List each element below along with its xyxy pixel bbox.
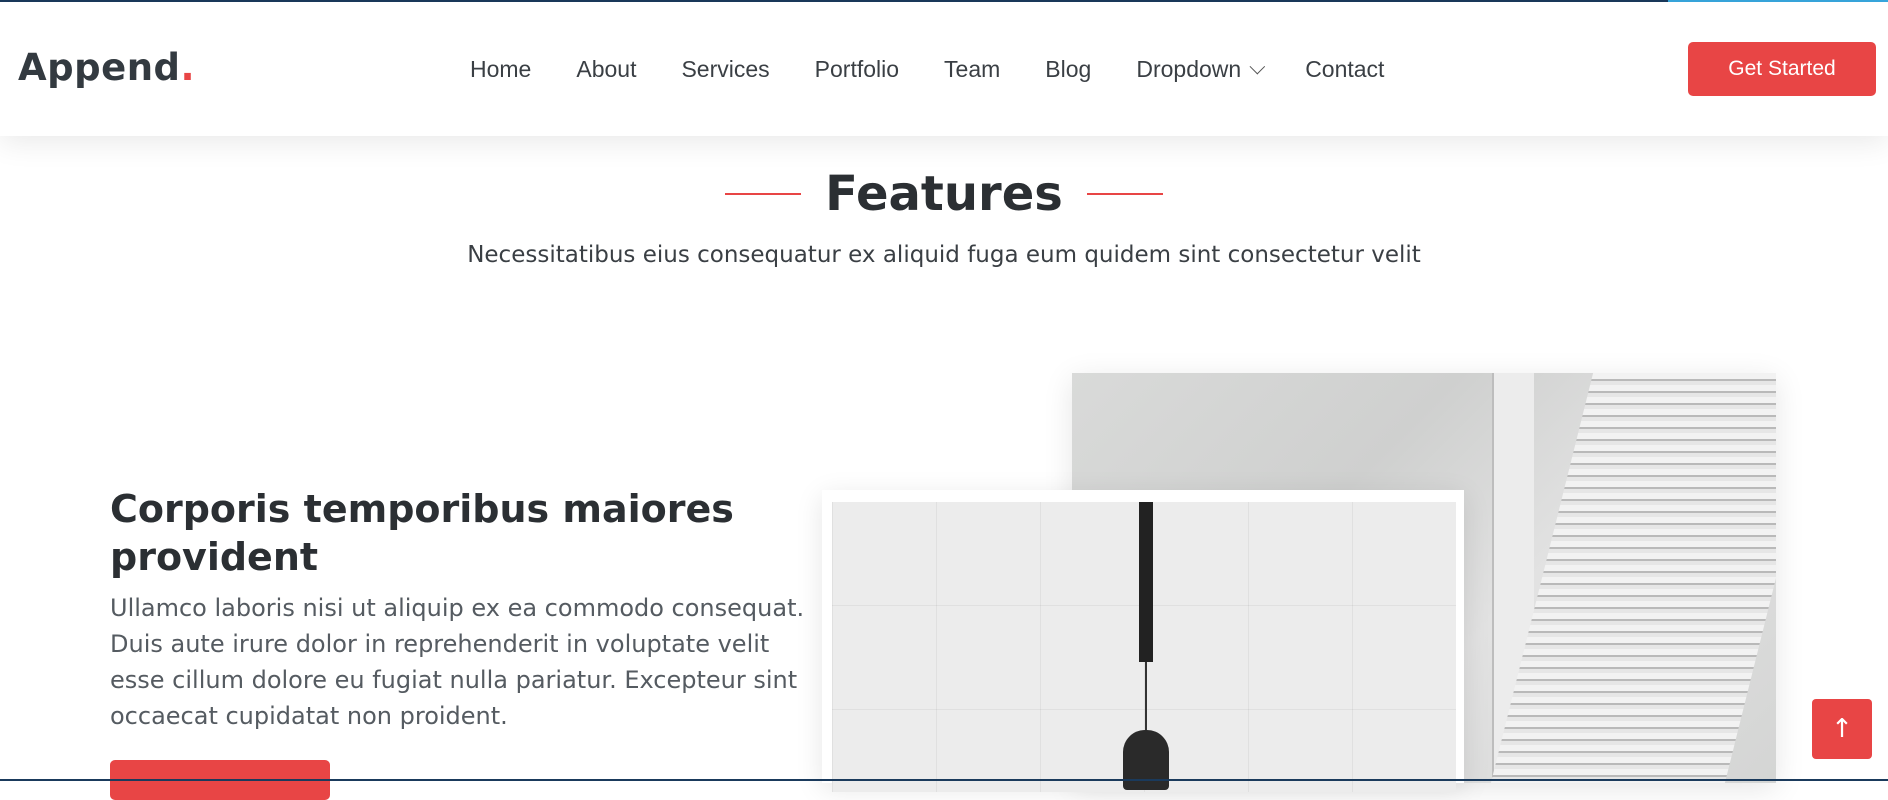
feature-text: Ullamco laboris nisi ut aliquip ex ea co… — [110, 594, 805, 730]
main-nav: Home About Services Portfolio Team Blog … — [470, 56, 1429, 83]
scroll-top-button[interactable]: ↑ — [1812, 699, 1872, 759]
nav-home[interactable]: Home — [470, 56, 531, 83]
logo-dot: . — [180, 46, 196, 89]
section-subtitle: Necessitatibus eius consequatur ex aliqu… — [467, 242, 1421, 268]
arrow-up-icon: ↑ — [1831, 714, 1853, 744]
section-title: Features — [0, 166, 1888, 222]
feature-heading: Corporis temporibus maiores provident — [110, 487, 734, 579]
site-header: Append. Home About Services Portfolio Te… — [0, 2, 1888, 136]
section-title-text: Features — [825, 166, 1063, 222]
get-started-button[interactable]: Get Started — [1688, 42, 1876, 96]
nav-about[interactable]: About — [576, 56, 636, 83]
nav-blog[interactable]: Blog — [1045, 56, 1091, 83]
nav-portfolio[interactable]: Portfolio — [815, 56, 899, 83]
lamp-image — [832, 502, 1456, 792]
title-line-left — [725, 193, 802, 195]
lamp-image-frame — [822, 490, 1464, 792]
logo[interactable]: Append. — [18, 46, 195, 89]
nav-dropdown-label: Dropdown — [1136, 56, 1242, 82]
chevron-down-icon — [1249, 58, 1266, 75]
nav-contact[interactable]: Contact — [1305, 56, 1384, 83]
nav-team[interactable]: Team — [944, 56, 1000, 83]
nav-services[interactable]: Services — [681, 56, 769, 83]
nav-dropdown[interactable]: Dropdown — [1136, 56, 1266, 83]
title-line-right — [1086, 193, 1163, 195]
